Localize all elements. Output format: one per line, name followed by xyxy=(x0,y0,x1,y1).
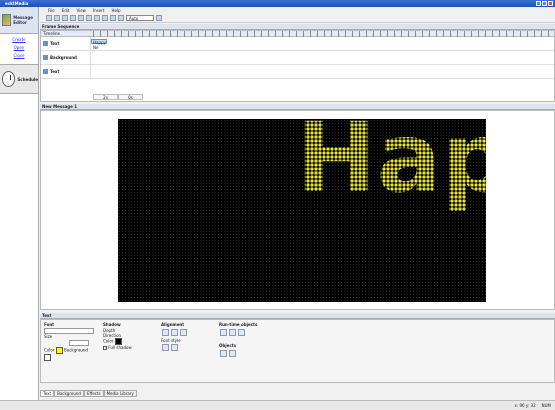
led-message-text: Hap xyxy=(296,119,486,214)
message-editor-icon xyxy=(2,14,12,26)
menu-help[interactable]: Help xyxy=(111,8,120,13)
track-row[interactable]: Background xyxy=(41,51,554,65)
align-center-button[interactable] xyxy=(171,329,178,336)
objects-label: Objects xyxy=(219,343,237,348)
copy-icon[interactable] xyxy=(94,15,100,21)
message-canvas-area: Hap xyxy=(40,110,555,310)
track-name: Background xyxy=(50,55,77,60)
num-lock-indicator: NUM xyxy=(541,403,551,408)
font-group: Font Size Color Background xyxy=(44,322,94,361)
size-input[interactable] xyxy=(69,340,89,346)
save-icon[interactable] xyxy=(62,15,68,21)
zoom-out-icon[interactable] xyxy=(118,15,124,21)
runtime-objects-group: Run-time objects Objects xyxy=(219,322,279,359)
timeline-ruler[interactable] xyxy=(93,30,554,37)
tab-effects[interactable]: Effects xyxy=(83,390,104,397)
new-icon[interactable] xyxy=(46,15,52,21)
schedule-label: Schedule xyxy=(17,76,38,82)
menu-insert[interactable]: Insert xyxy=(93,8,104,13)
sidebar-link-create[interactable]: Create xyxy=(0,37,38,42)
window-title-bar: ecktMedia xyxy=(0,0,555,7)
tab-background[interactable]: Background xyxy=(54,390,84,397)
menu-file[interactable]: File xyxy=(48,8,55,13)
zoom-select[interactable]: Auto xyxy=(126,15,154,21)
close-window-button[interactable] xyxy=(548,1,553,6)
shadow-group: Shadow Depth Direction Color Full shadow xyxy=(103,322,158,350)
align-left-button[interactable] xyxy=(162,329,169,336)
track-name: Text xyxy=(50,41,60,46)
timeline-clip[interactable]: Happy Ne xyxy=(91,39,107,50)
track-row[interactable]: Text Happy Ne xyxy=(41,37,554,51)
window-title: ecktMedia xyxy=(5,1,29,6)
shadow-label: Shadow xyxy=(103,322,121,327)
font-color-swatch[interactable] xyxy=(55,347,63,354)
time-object-button[interactable] xyxy=(229,329,236,336)
date-object-button[interactable] xyxy=(220,329,227,336)
sidebar-link-close[interactable]: Close xyxy=(0,53,38,58)
sidebar-header[interactable]: Message Editor xyxy=(0,7,38,34)
italic-button[interactable] xyxy=(171,344,178,351)
shadow-color-label: Color xyxy=(103,338,114,344)
minimize-button[interactable] xyxy=(536,1,541,6)
color-label: Color xyxy=(44,347,55,353)
undo-icon[interactable] xyxy=(70,15,76,21)
full-shadow-label: Full shadow xyxy=(108,345,132,350)
text-track-icon xyxy=(43,41,48,46)
window-controls xyxy=(536,1,553,6)
text-properties-panel: Font Size Color Background Shadow Depth … xyxy=(40,319,555,383)
timeline-footer: 2s 0s xyxy=(93,94,143,100)
sidebar: Message Editor Create Open Close Schedul… xyxy=(0,7,39,410)
duration-field[interactable]: 2s xyxy=(93,94,118,100)
maximize-button[interactable] xyxy=(542,1,547,6)
temp-object-button[interactable] xyxy=(238,329,245,336)
open-icon[interactable] xyxy=(54,15,60,21)
cursor-position: x: 96 y: 32 xyxy=(514,403,536,408)
redo-icon[interactable] xyxy=(78,15,84,21)
led-text-svg: Hap xyxy=(296,119,486,214)
clock-icon xyxy=(2,71,16,87)
align-right-button[interactable] xyxy=(180,329,187,336)
font-label: Font xyxy=(44,322,55,327)
bold-button[interactable] xyxy=(162,344,169,351)
font-style-label: Font style xyxy=(161,338,181,343)
offset-field[interactable]: 0s xyxy=(118,94,143,100)
alignment-group: Alignment Font style xyxy=(161,322,211,353)
bottom-tabs: Text Background Effects Media Library xyxy=(40,390,137,398)
paste-icon[interactable] xyxy=(102,15,108,21)
size-label: Size xyxy=(44,334,53,339)
tab-text[interactable]: Text xyxy=(40,390,55,397)
zoom-in-icon[interactable] xyxy=(110,15,116,21)
led-display-board[interactable]: Hap xyxy=(118,119,486,302)
full-shadow-checkbox[interactable] xyxy=(103,346,107,350)
sidebar-link-open[interactable]: Open xyxy=(0,45,38,50)
timeline-label: Timeline xyxy=(43,31,61,36)
shadow-color-swatch[interactable] xyxy=(114,338,122,345)
alignment-label: Alignment xyxy=(161,322,185,327)
text-track-icon xyxy=(43,69,48,74)
runtime-objects-label: Run-time objects xyxy=(219,322,258,327)
background-label: Background xyxy=(64,347,88,353)
track-name: Text xyxy=(50,69,60,74)
background-track-icon xyxy=(43,55,48,60)
sidebar-title: Message Editor xyxy=(13,15,33,25)
menu-bar: File Edit View Insert Help xyxy=(40,7,555,13)
menu-edit[interactable]: Edit xyxy=(62,8,70,13)
image-object-button[interactable] xyxy=(220,350,227,357)
background-color-swatch[interactable] xyxy=(44,354,51,361)
text-object-button[interactable] xyxy=(229,350,236,357)
schedule-button[interactable]: Schedule xyxy=(0,64,38,94)
tab-media-library[interactable]: Media Library xyxy=(103,390,137,397)
menu-view[interactable]: View xyxy=(76,8,86,13)
frame-sequence-panel: Timeline Text Happy Ne Background Text 2… xyxy=(40,30,555,102)
play-icon[interactable] xyxy=(156,15,162,21)
cut-icon[interactable] xyxy=(86,15,92,21)
track-row[interactable]: Text xyxy=(41,65,554,79)
toolbar: Auto xyxy=(40,14,555,23)
status-bar: x: 96 y: 32 NUM xyxy=(0,400,555,410)
